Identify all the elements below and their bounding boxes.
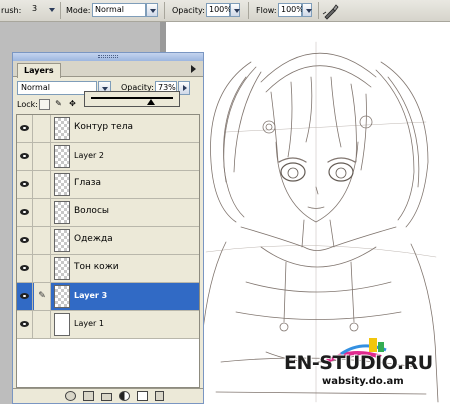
visibility-eye-icon[interactable] <box>17 143 33 170</box>
visibility-eye-icon[interactable] <box>17 115 33 142</box>
mode-value: Normal <box>95 5 124 14</box>
layer-thumbnail <box>54 173 70 196</box>
link-slot[interactable] <box>34 171 51 198</box>
link-slot[interactable] <box>34 311 51 338</box>
separator <box>318 2 319 19</box>
layer-thumbnail <box>54 145 70 168</box>
link-slot[interactable] <box>34 115 51 142</box>
layer-name: Layer 2 <box>74 151 104 160</box>
lock-label: Lock: <box>17 100 38 109</box>
layer-name: Контур тела <box>74 122 133 132</box>
separator <box>164 2 165 19</box>
layer-thumbnail <box>54 257 70 280</box>
grip-icon <box>98 55 118 58</box>
tab-layers[interactable]: Layers <box>17 63 61 78</box>
visibility-eye-icon[interactable] <box>17 255 33 282</box>
options-bar: rush: 3 Mode: Normal Opacity: 100% Flow:… <box>0 0 450 22</box>
visibility-eye-icon[interactable] <box>17 227 33 254</box>
flow-arrow-icon[interactable] <box>302 3 312 17</box>
blend-mode-value: Normal <box>21 83 50 92</box>
panel-menu-icon[interactable] <box>189 64 199 73</box>
layer-row[interactable]: Layer 1 <box>17 311 199 339</box>
layer-row[interactable]: Глаза <box>17 171 199 199</box>
new-layer-icon[interactable] <box>137 391 148 401</box>
new-group-icon[interactable] <box>101 393 112 401</box>
link-slot[interactable] <box>34 199 51 226</box>
brush-opacity-value: 100% <box>209 5 232 14</box>
watermark-logo: EN-STUDIO.RU <box>284 352 433 374</box>
layer-name: Layer 1 <box>74 319 104 328</box>
separator <box>248 2 249 19</box>
brush-label: rush: <box>1 6 22 15</box>
layer-row[interactable]: Layer 2 <box>17 143 199 171</box>
layer-thumbnail <box>54 229 70 252</box>
link-slot[interactable] <box>34 255 51 282</box>
lock-position-icon[interactable]: ✥ <box>67 99 78 110</box>
layers-list: Контур тела Layer 2 Глаза Волосы Одежда Тон к… <box>16 114 200 388</box>
visibility-eye-icon[interactable] <box>17 199 33 226</box>
visibility-eye-icon[interactable] <box>17 171 33 198</box>
panel-bottom-toolbar <box>13 388 203 403</box>
layer-name: Глаза <box>74 178 102 188</box>
layer-row[interactable]: Контур тела <box>17 115 199 143</box>
flow-label: Flow: <box>256 6 277 15</box>
layer-row[interactable]: Одежда <box>17 227 199 255</box>
opacity-slider-track[interactable] <box>91 97 173 99</box>
layer-row[interactable]: ✎ Layer 3 <box>17 283 199 311</box>
visibility-eye-icon[interactable] <box>17 283 33 310</box>
trash-icon[interactable] <box>155 391 164 401</box>
brush-opacity-input[interactable]: 100% <box>206 3 232 17</box>
add-layer-style-icon[interactable] <box>65 391 76 401</box>
opacity-slider-thumb[interactable] <box>146 99 155 105</box>
brush-size-value: 3 <box>32 4 38 13</box>
brush-size-picker[interactable]: 3 <box>30 3 46 17</box>
layer-name: Волосы <box>74 206 109 216</box>
layer-name: Layer 3 <box>74 291 108 300</box>
layer-row[interactable]: Волосы <box>17 199 199 227</box>
brush-opacity-arrow-icon[interactable] <box>230 3 240 17</box>
layer-thumbnail <box>54 313 70 336</box>
layer-thumbnail <box>54 201 70 224</box>
layer-thumbnail <box>54 285 70 308</box>
anime-girl-sketch <box>195 41 439 403</box>
lock-image-icon[interactable]: ✎ <box>53 99 64 110</box>
mode-select[interactable]: Normal <box>92 3 146 17</box>
layer-row[interactable]: Тон кожи <box>17 255 199 283</box>
layer-name: Тон кожи <box>74 262 119 272</box>
opacity-label: Opacity: <box>172 6 205 15</box>
separator <box>60 2 61 19</box>
visibility-eye-icon[interactable] <box>17 311 33 338</box>
brush-picker-arrow-icon[interactable] <box>46 3 55 17</box>
brush-icon[interactable]: ✎ <box>34 283 51 310</box>
mode-label: Mode: <box>66 6 91 15</box>
flow-input[interactable]: 100% <box>278 3 304 17</box>
watermark-site: wabsity.do.am <box>322 376 404 387</box>
link-slot[interactable] <box>34 143 51 170</box>
document-canvas[interactable] <box>166 22 450 404</box>
airbrush-icon[interactable] <box>322 2 340 20</box>
layer-thumbnail <box>54 117 70 140</box>
lock-transparency-icon[interactable] <box>39 99 50 110</box>
panel-titlebar[interactable] <box>13 53 203 61</box>
opacity-slider-popup <box>84 91 180 107</box>
add-mask-icon[interactable] <box>83 391 94 401</box>
mode-dropdown-icon[interactable] <box>146 3 158 17</box>
layer-name: Одежда <box>74 234 113 244</box>
adjustment-layer-icon[interactable] <box>119 391 130 401</box>
flow-value: 100% <box>281 5 304 14</box>
photoshop-window: rush: 3 Mode: Normal Opacity: 100% Flow:… <box>0 0 450 404</box>
link-slot[interactable] <box>34 227 51 254</box>
panel-tabs: Layers <box>13 61 203 78</box>
